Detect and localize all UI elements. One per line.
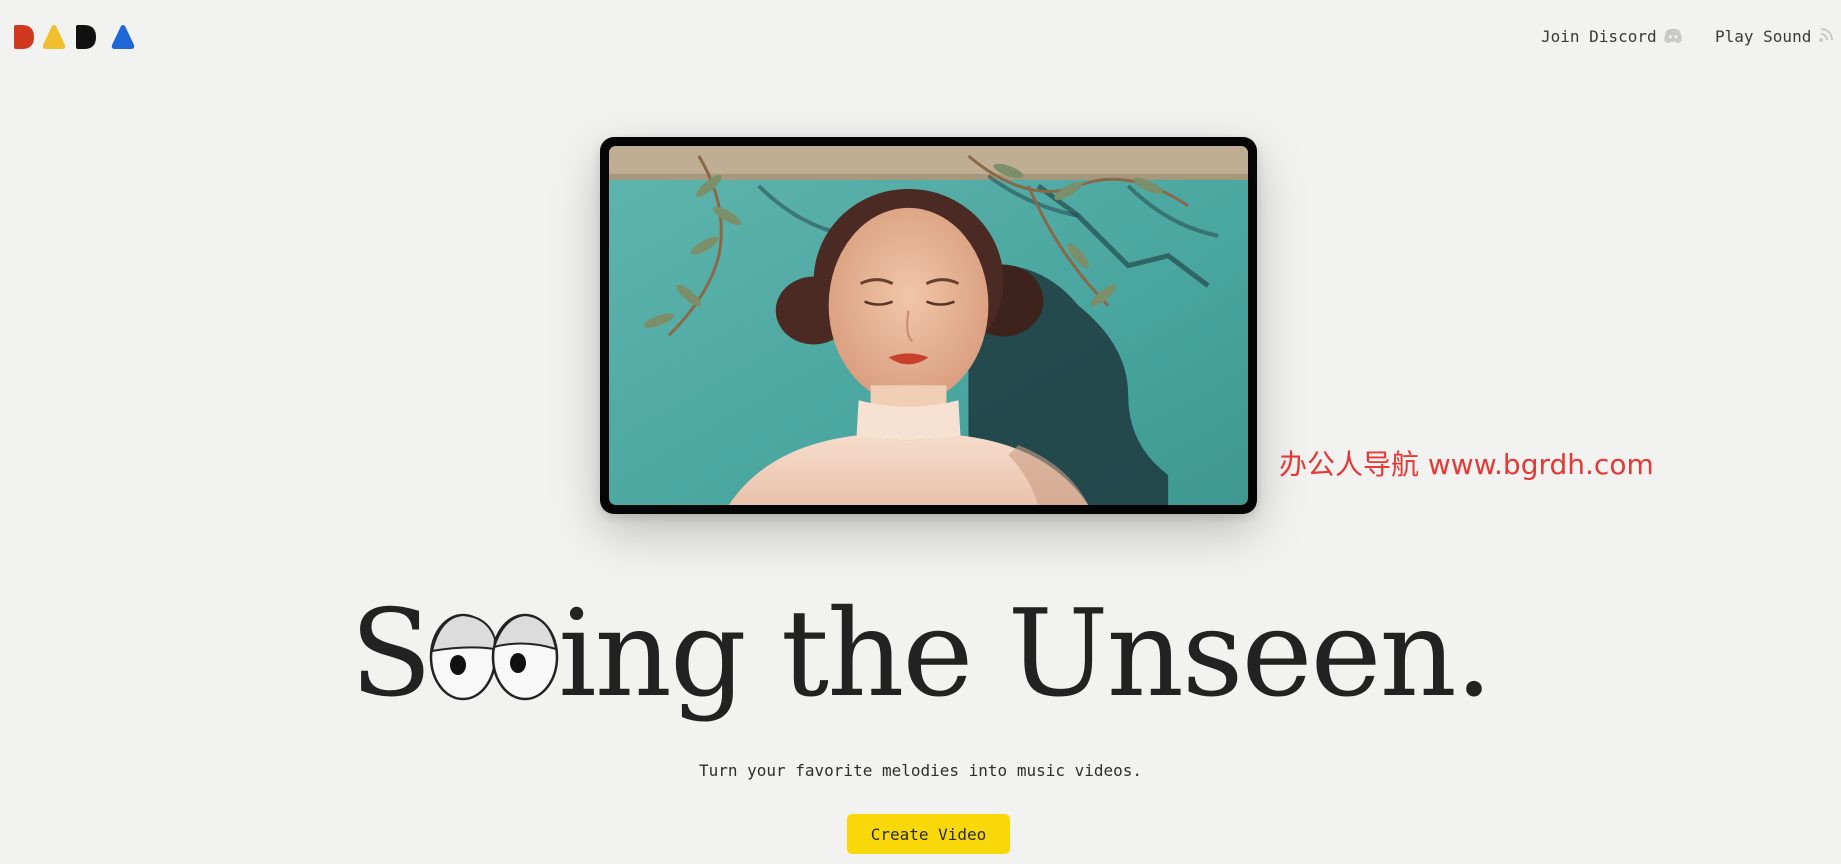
logo-yellow-triangle-shape [42, 25, 66, 49]
logo-red-d-shape [14, 25, 34, 49]
discord-icon [1664, 28, 1682, 44]
logo-black-d-shape [76, 25, 96, 49]
video-preview-screen [609, 146, 1248, 505]
create-video-button[interactable]: Create Video [847, 814, 1010, 854]
play-sound-link[interactable]: Play Sound [1715, 24, 1837, 48]
headline-prefix: S [350, 585, 432, 724]
join-discord-label: Join Discord [1541, 26, 1657, 46]
logo-blue-triangle-shape [111, 25, 135, 49]
music-video-preview-image [609, 146, 1248, 505]
hero-subtitle: Turn your favorite melodies into music v… [698, 761, 1143, 780]
dada-logo[interactable] [12, 24, 136, 50]
watermark-text: 办公人导航 www.bgrdh.com [1279, 448, 1654, 481]
sound-icon [1819, 28, 1834, 42]
video-preview-frame[interactable] [600, 137, 1257, 514]
headline-suffix: ing the Unseen. [558, 585, 1493, 724]
top-nav: Join Discord Play Sound [1541, 24, 1841, 48]
hero-headline: S ing the Unseen. [0, 575, 1841, 715]
join-discord-link[interactable]: Join Discord [1541, 24, 1683, 48]
play-sound-label: Play Sound [1715, 26, 1812, 46]
cartoon-eyes-icon [429, 613, 559, 701]
